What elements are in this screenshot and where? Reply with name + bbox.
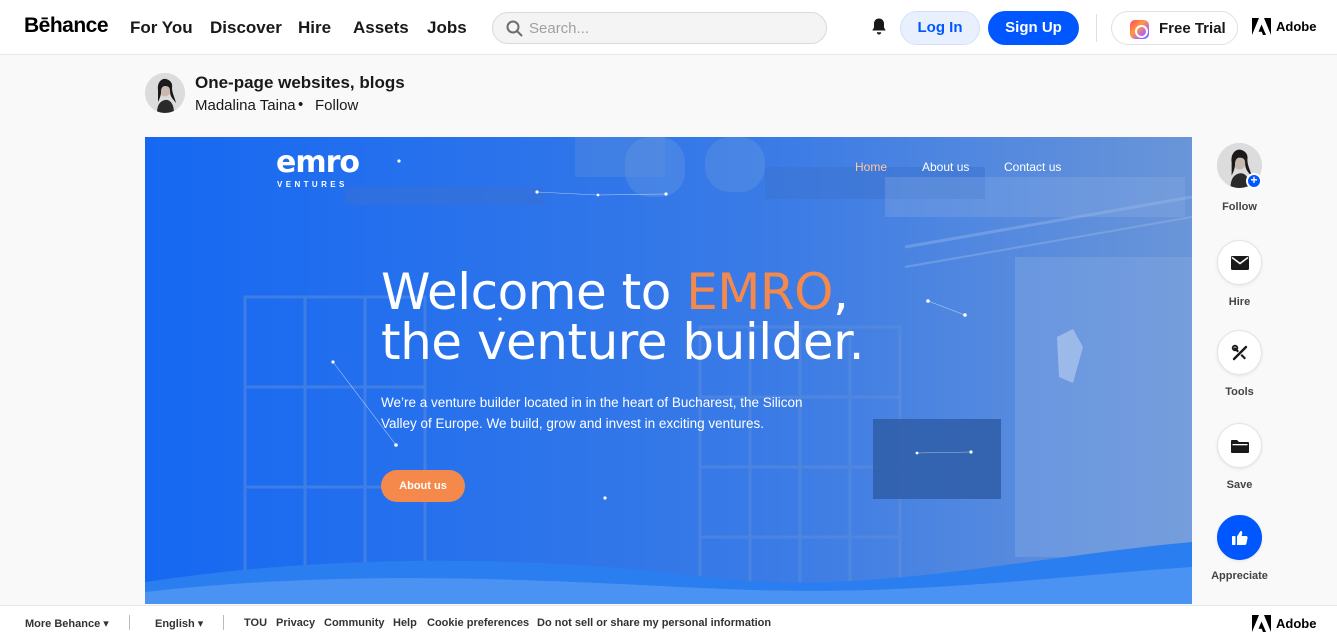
nav-assets[interactable]: Assets — [353, 18, 409, 38]
footer-divider — [129, 615, 130, 630]
nav-for-you[interactable]: For You — [130, 18, 193, 38]
rail-tools-label: Tools — [1225, 386, 1254, 398]
owner-avatar[interactable] — [145, 73, 185, 113]
footer-divider — [223, 615, 224, 630]
footer-adobe-label[interactable]: Adobe — [1276, 616, 1316, 631]
rail-save-button[interactable]: Save — [1217, 423, 1262, 491]
rail-appreciate-button[interactable]: Appreciate — [1211, 515, 1268, 582]
rail-save-label: Save — [1226, 479, 1253, 491]
rail-appreciate-label: Appreciate — [1211, 570, 1268, 582]
hero-nav-contact: Contact us — [1004, 160, 1062, 174]
follow-plus-icon[interactable]: + — [1246, 173, 1262, 189]
search-input[interactable] — [529, 17, 809, 39]
top-navigation-bar: Bēhance For You Discover Hire Assets Job… — [0, 0, 1337, 55]
hero-headline: Welcome to EMRO, the venture builder. — [381, 267, 864, 367]
folder-icon — [1230, 439, 1249, 453]
nav-jobs[interactable]: Jobs — [427, 18, 467, 38]
adobe-label[interactable]: Adobe — [1276, 19, 1316, 34]
footer-bar: More Behance ▾ English ▾ TOU Privacy Com… — [0, 605, 1337, 637]
thumbs-up-icon — [1231, 531, 1248, 545]
sign-up-button[interactable]: Sign Up — [988, 11, 1079, 45]
headline-line-two: the venture builder. — [381, 313, 864, 371]
footer-link-privacy[interactable]: Privacy — [276, 617, 315, 629]
nav-hire[interactable]: Hire — [298, 18, 331, 38]
footer-link-tou[interactable]: TOU — [244, 617, 267, 629]
project-hero-image: emro VENTURES Home About us Contact us W… — [145, 137, 1192, 604]
nav-divider — [1096, 14, 1097, 42]
emro-logo-subtext: VENTURES — [277, 180, 348, 189]
hero-nav-about: About us — [922, 160, 970, 174]
footer-link-do-not-sell[interactable]: Do not sell or share my personal informa… — [537, 617, 771, 629]
hero-nav-home: Home — [855, 160, 888, 174]
rail-hire-button[interactable]: Hire — [1217, 240, 1262, 308]
emro-logo: emro VENTURES — [276, 145, 360, 190]
nav-discover[interactable]: Discover — [210, 18, 282, 38]
save-circle[interactable] — [1217, 423, 1262, 468]
notification-bell-icon[interactable] — [870, 17, 888, 36]
hero-about-button: About us — [381, 470, 465, 502]
search-icon — [506, 20, 523, 37]
log-in-button[interactable]: Log In — [900, 11, 980, 45]
footer-language-select[interactable]: English ▾ — [155, 617, 203, 630]
rail-tools-button[interactable]: Tools — [1217, 330, 1262, 398]
owner-name-link[interactable]: Madalina Taina — [195, 97, 296, 114]
footer-link-cookie-preferences[interactable]: Cookie preferences — [427, 617, 529, 629]
tools-circle[interactable] — [1217, 330, 1262, 375]
follow-link[interactable]: Follow — [315, 97, 358, 114]
tools-icon — [1231, 344, 1247, 360]
free-trial-button[interactable]: Free Trial — [1111, 11, 1238, 45]
footer-link-community[interactable]: Community — [324, 617, 385, 629]
emro-logo-text: emro — [276, 145, 360, 180]
search-box[interactable] — [492, 12, 827, 44]
separator-dot: • — [298, 96, 304, 113]
creative-cloud-icon — [1130, 20, 1149, 39]
adobe-logo-icon[interactable] — [1252, 18, 1271, 35]
appreciate-circle[interactable] — [1217, 515, 1262, 560]
rail-hire-label: Hire — [1228, 296, 1251, 308]
hire-circle[interactable] — [1217, 240, 1262, 285]
adobe-logo-icon[interactable] — [1252, 615, 1271, 632]
footer-more-behance[interactable]: More Behance ▾ — [25, 617, 109, 630]
rail-follow-label: Follow — [1222, 201, 1257, 213]
envelope-icon — [1230, 255, 1249, 270]
hero-lead-text: We’re a venture builder located in in th… — [381, 395, 803, 431]
footer-link-help[interactable]: Help — [393, 617, 417, 629]
behance-logo[interactable]: Bēhance — [24, 14, 109, 38]
project-title: One-page websites, blogs — [195, 73, 405, 92]
free-trial-label: Free Trial — [1159, 20, 1226, 37]
